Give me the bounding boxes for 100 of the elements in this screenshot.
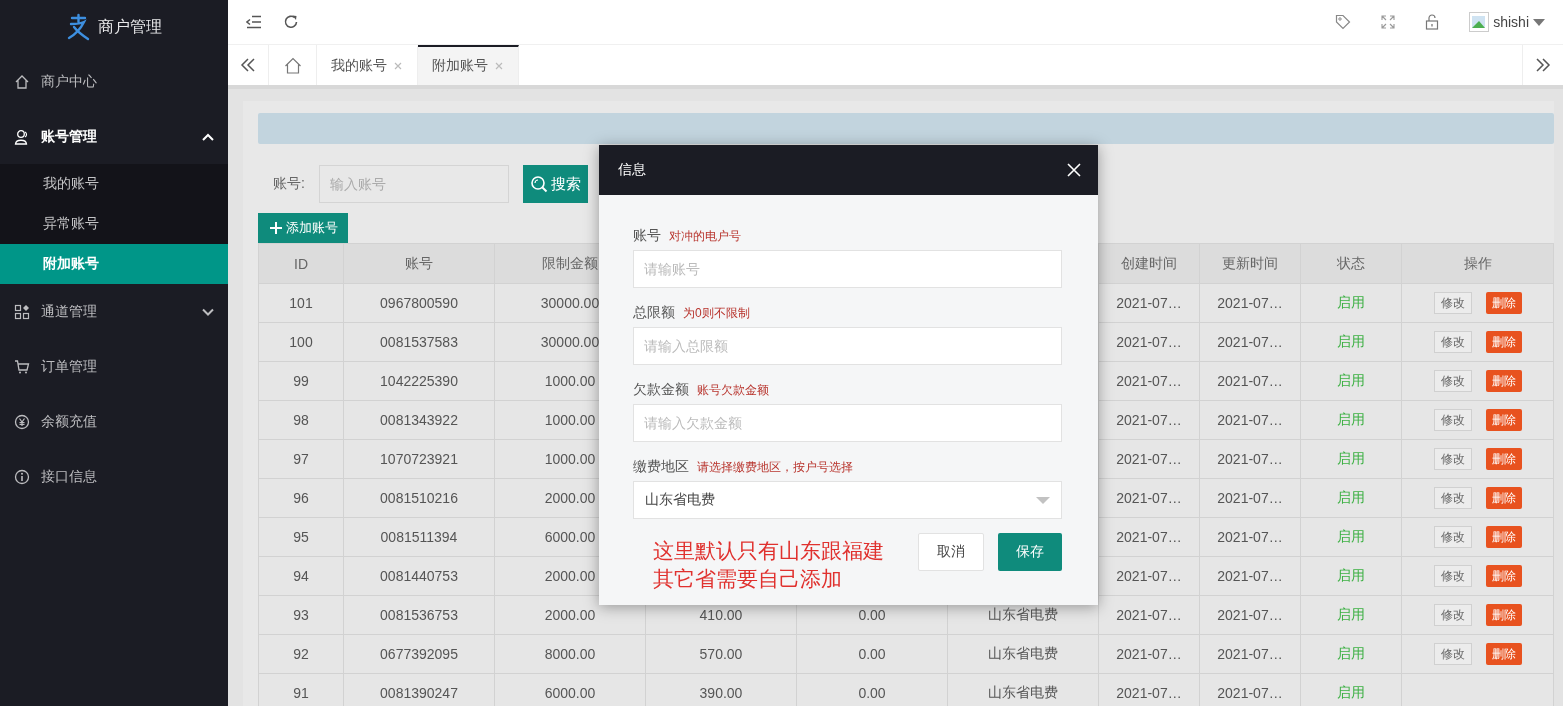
user-menu[interactable]: shishi [1469, 12, 1545, 32]
field-hint: 账号欠款金额 [697, 382, 769, 399]
table-cell: 97 [258, 439, 344, 479]
edit-button[interactable]: 修改 [1433, 526, 1472, 548]
sidebar-item[interactable]: 余额充值 [0, 394, 228, 449]
double-chevron-right-icon [1535, 58, 1551, 72]
status-cell: 启用 [1300, 361, 1402, 401]
table-cell: 2021-07… [1199, 283, 1301, 323]
delete-button[interactable]: 删除 [1485, 526, 1522, 548]
search-field[interactable]: 输入账号 [318, 165, 509, 203]
refresh-icon[interactable] [283, 14, 299, 30]
table-cell: 101 [258, 283, 344, 323]
field-label: 账号 [633, 227, 661, 245]
sidebar-item[interactable]: 订单管理 [0, 339, 228, 394]
search-button[interactable]: 搜索 [522, 165, 588, 203]
lock-icon[interactable] [1425, 14, 1440, 30]
table-cell: 2021-07… [1199, 556, 1301, 596]
annotation-text: 其它省需要自己添加 [653, 566, 842, 592]
tab[interactable]: 附加账号 [418, 45, 519, 85]
delete-button[interactable]: 删除 [1485, 370, 1522, 392]
delete-button[interactable]: 删除 [1485, 448, 1522, 470]
table-cell: 2021-07… [1199, 400, 1301, 440]
sidebar-item[interactable]: 通道管理 [0, 284, 228, 339]
broken-image-icon [1469, 12, 1490, 32]
table-cell: 2021-07… [1199, 517, 1301, 557]
table-cell: 92 [258, 634, 344, 674]
delete-button[interactable]: 删除 [1485, 565, 1522, 587]
sidebar-item[interactable]: 账号管理 [0, 109, 228, 164]
status-cell: 启用 [1300, 595, 1402, 635]
column-header: ID [258, 243, 344, 284]
submenu-item[interactable]: 我的账号 [0, 164, 228, 204]
table-cell: 1070723921 [343, 439, 495, 479]
edit-button[interactable]: 修改 [1433, 370, 1472, 392]
home-icon [14, 73, 30, 90]
sidebar-item[interactable]: 接口信息 [0, 449, 228, 504]
table-cell: 2021-07… [1199, 439, 1301, 479]
edit-button[interactable]: 修改 [1433, 292, 1472, 314]
input-field[interactable]: 请输入总限额 [633, 327, 1062, 365]
save-button[interactable]: 保存 [998, 533, 1062, 571]
edit-button[interactable]: 修改 [1433, 565, 1472, 587]
table-cell: 2021-07… [1098, 634, 1200, 674]
search-icon [529, 175, 548, 193]
status-cell: 启用 [1300, 400, 1402, 440]
status-cell: 启用 [1300, 517, 1402, 557]
edit-button[interactable]: 修改 [1433, 643, 1472, 665]
table-cell: 96 [258, 478, 344, 518]
menu-collapse-icon[interactable] [246, 15, 262, 29]
edit-button[interactable]: 修改 [1433, 487, 1472, 509]
edit-button[interactable]: 修改 [1433, 409, 1472, 431]
info-icon [14, 468, 30, 485]
cancel-button[interactable]: 取消 [918, 533, 984, 571]
column-header: 状态 [1300, 243, 1402, 284]
column-header: 更新时间 [1199, 243, 1301, 284]
status-cell: 启用 [1300, 634, 1402, 674]
table-cell: 99 [258, 361, 344, 401]
table-cell: 2021-07… [1199, 361, 1301, 401]
table-cell: 570.00 [645, 634, 797, 674]
delete-button[interactable]: 删除 [1485, 487, 1522, 509]
table-cell: 8000.00 [494, 634, 646, 674]
table-cell: 1042225390 [343, 361, 495, 401]
user-icon [14, 128, 30, 145]
delete-button[interactable]: 删除 [1485, 331, 1522, 353]
table-cell: 0081343922 [343, 400, 495, 440]
submenu-item[interactable]: 异常账号 [0, 204, 228, 244]
delete-button[interactable]: 删除 [1485, 409, 1522, 431]
fullscreen-icon[interactable] [1381, 15, 1396, 29]
input-field[interactable]: 请输入欠款金额 [633, 404, 1062, 442]
app-title: 商户管理 [98, 16, 162, 37]
delete-button[interactable]: 删除 [1485, 604, 1522, 626]
edit-button[interactable]: 修改 [1433, 448, 1472, 470]
table-cell: 2021-07… [1199, 634, 1301, 674]
status-cell: 启用 [1300, 478, 1402, 518]
delete-button[interactable]: 删除 [1485, 643, 1522, 665]
sidebar-item[interactable]: 商户中心 [0, 54, 228, 109]
edit-button[interactable]: 修改 [1433, 331, 1472, 353]
table-cell: 98 [258, 400, 344, 440]
table-cell: 2021-07… [1199, 322, 1301, 362]
table-cell: 0677392095 [343, 634, 495, 674]
table-cell: 0081537583 [343, 322, 495, 362]
delete-button[interactable]: 删除 [1485, 292, 1522, 314]
annotation-text: 这里默认只有山东跟福建 [653, 538, 884, 564]
cart-icon [14, 358, 30, 375]
dialog-title: 信息 [618, 161, 647, 179]
table-cell: 0081510216 [343, 478, 495, 518]
status-cell: 启用 [1300, 283, 1402, 323]
table-cell: 95 [258, 517, 344, 557]
tag-icon[interactable] [1335, 14, 1352, 30]
status-cell: 启用 [1300, 322, 1402, 362]
status-cell: 启用 [1300, 439, 1402, 479]
edit-button[interactable]: 修改 [1433, 604, 1472, 626]
field-hint: 为0则不限制 [683, 305, 750, 322]
field-hint: 对冲的电户号 [669, 228, 741, 245]
select-field[interactable]: 山东省电费 [633, 481, 1062, 519]
add-account-button[interactable]: 添加账号 [258, 213, 348, 243]
submenu-item[interactable]: 附加账号 [0, 244, 228, 284]
plus-icon [270, 222, 282, 234]
table-cell: 0.00 [796, 634, 948, 674]
table-cell: 100 [258, 322, 344, 362]
input-field[interactable]: 请输账号 [633, 250, 1062, 288]
home-icon [283, 56, 302, 74]
